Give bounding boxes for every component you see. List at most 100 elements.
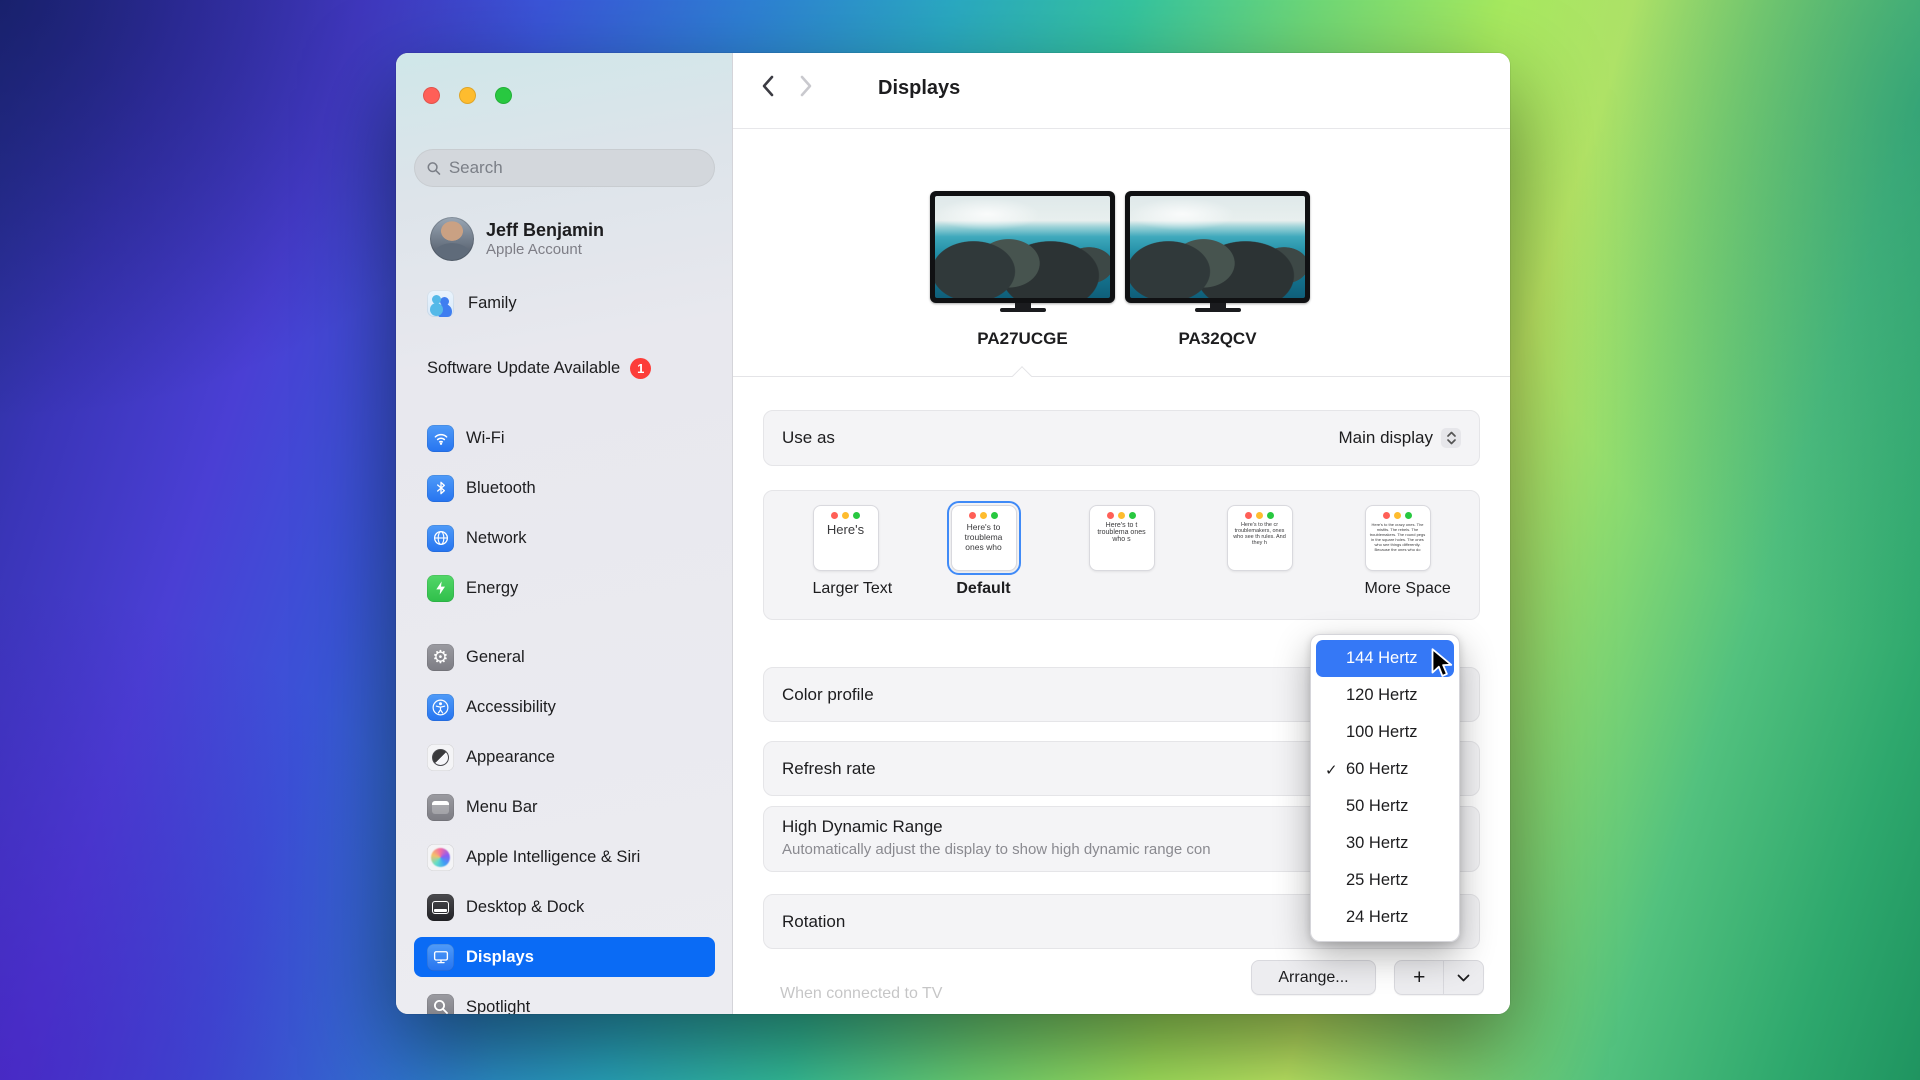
checkmark-icon: ✓ bbox=[1325, 761, 1338, 779]
sidebar-item-family[interactable]: Family bbox=[414, 286, 715, 320]
software-update-row[interactable]: Software Update Available 1 bbox=[414, 353, 715, 383]
menu-item-60-hertz[interactable]: ✓ 60 Hertz bbox=[1316, 751, 1454, 788]
software-update-label: Software Update Available bbox=[427, 359, 620, 378]
sidebar-item-label: Accessibility bbox=[466, 698, 556, 717]
forward-button[interactable] bbox=[800, 75, 813, 97]
scaling-option-label: More Space bbox=[1365, 580, 1431, 598]
bolt-icon bbox=[427, 575, 454, 602]
titlebar: Displays bbox=[733, 53, 1510, 129]
zoom-button[interactable] bbox=[495, 87, 512, 104]
monitor-bezel bbox=[930, 191, 1115, 303]
scaling-option-label: Default bbox=[951, 580, 1017, 598]
menu-item-100-hertz[interactable]: 100 Hertz bbox=[1316, 714, 1454, 751]
close-button[interactable] bbox=[423, 87, 440, 104]
monitor-name: PA27UCGE bbox=[930, 329, 1115, 349]
scaling-preview-text: Here's bbox=[814, 519, 878, 537]
scaling-preview-text: Here's to t troublema ones who s bbox=[1090, 519, 1154, 543]
sidebar-item-desktop-dock[interactable]: Desktop & Dock bbox=[414, 887, 715, 927]
avatar bbox=[430, 217, 474, 261]
minimize-button[interactable] bbox=[459, 87, 476, 104]
sidebar-item-label: Energy bbox=[466, 579, 518, 598]
sidebar-item-wifi[interactable]: Wi-Fi bbox=[414, 418, 715, 458]
menu-item-50-hertz[interactable]: 50 Hertz bbox=[1316, 788, 1454, 825]
menu-item-25-hertz[interactable]: 25 Hertz bbox=[1316, 862, 1454, 899]
rotation-label: Rotation bbox=[782, 912, 845, 932]
sidebar-item-label: Apple Intelligence & Siri bbox=[466, 848, 640, 867]
chevron-up-down-icon bbox=[1441, 428, 1461, 448]
scaling-options-row: Here's Larger Text Here's to troublema o… bbox=[763, 490, 1480, 620]
add-display-split-button: + bbox=[1394, 960, 1484, 995]
sidebar-group-system: ⚙ General Accessibility Appearance Menu … bbox=[414, 637, 715, 1014]
spotlight-icon bbox=[427, 994, 454, 1015]
search-input[interactable] bbox=[449, 158, 702, 178]
arrange-button[interactable]: Arrange... bbox=[1251, 960, 1376, 995]
scaling-option-more-space[interactable]: Here's to the crazy ones. The misfits. T… bbox=[1365, 505, 1431, 619]
scaling-option-4[interactable]: Here's to the cr troublemakers, ones who… bbox=[1227, 505, 1293, 619]
sidebar-item-spotlight[interactable]: Spotlight bbox=[414, 987, 715, 1014]
sidebar-item-apple-intelligence-siri[interactable]: Apple Intelligence & Siri bbox=[414, 837, 715, 877]
sidebar-item-menu-bar[interactable]: Menu Bar bbox=[414, 787, 715, 827]
software-update-badge: 1 bbox=[630, 358, 651, 379]
monitor-wallpaper bbox=[1130, 196, 1305, 298]
sidebar-item-accessibility[interactable]: Accessibility bbox=[414, 687, 715, 727]
scaling-option-default[interactable]: Here's to troublema ones who Default bbox=[951, 505, 1017, 619]
sidebar-item-network[interactable]: Network bbox=[414, 518, 715, 558]
sidebar-item-general[interactable]: ⚙ General bbox=[414, 637, 715, 677]
search-icon bbox=[427, 161, 441, 176]
profile-name: Jeff Benjamin bbox=[486, 220, 604, 242]
monitor-stand-base bbox=[1000, 308, 1046, 312]
display-icon bbox=[427, 944, 454, 971]
selected-display-notch bbox=[1012, 366, 1032, 386]
use-as-popup[interactable]: Main display bbox=[1339, 428, 1462, 448]
add-display-button[interactable]: + bbox=[1395, 961, 1444, 994]
menu-item-120-hertz[interactable]: 120 Hertz bbox=[1316, 677, 1454, 714]
traffic-lights bbox=[423, 87, 512, 104]
sidebar-item-energy[interactable]: Energy bbox=[414, 568, 715, 608]
scaling-option-label: Larger Text bbox=[813, 580, 879, 598]
when-connected-to-tv-label: When connected to TV bbox=[780, 985, 942, 1003]
sidebar-item-appearance[interactable]: Appearance bbox=[414, 737, 715, 777]
desktop-dock-icon bbox=[427, 894, 454, 921]
mouse-cursor bbox=[1430, 648, 1456, 678]
accessibility-icon bbox=[427, 694, 454, 721]
color-profile-label: Color profile bbox=[782, 685, 874, 705]
monitor-name: PA32QCV bbox=[1125, 329, 1310, 349]
scaling-preview-text: Here's to the cr troublemakers, ones who… bbox=[1228, 519, 1292, 546]
sidebar: Jeff Benjamin Apple Account Family Softw… bbox=[396, 53, 733, 1014]
main-pane: Displays PA27UCGE PA32QCV Use as bbox=[733, 53, 1510, 1014]
globe-icon bbox=[427, 525, 454, 552]
menu-item-30-hertz[interactable]: 30 Hertz bbox=[1316, 825, 1454, 862]
system-settings-window: Jeff Benjamin Apple Account Family Softw… bbox=[396, 53, 1510, 1014]
siri-icon bbox=[427, 844, 454, 871]
back-button[interactable] bbox=[761, 75, 774, 97]
sidebar-group-connectivity: Wi-Fi Bluetooth Network Energy bbox=[414, 418, 715, 618]
search-field[interactable] bbox=[414, 149, 715, 187]
monitor-pa32qcv[interactable] bbox=[1125, 191, 1310, 312]
monitor-bezel bbox=[1125, 191, 1310, 303]
apple-account-row[interactable]: Jeff Benjamin Apple Account bbox=[414, 215, 715, 263]
sidebar-item-displays[interactable]: Displays bbox=[414, 937, 715, 977]
sidebar-item-label: Network bbox=[466, 529, 527, 548]
appearance-icon bbox=[427, 744, 454, 771]
sidebar-item-label: Desktop & Dock bbox=[466, 898, 584, 917]
use-as-label: Use as bbox=[782, 428, 835, 448]
monitor-pa27ucge[interactable] bbox=[930, 191, 1115, 312]
refresh-rate-label: Refresh rate bbox=[782, 759, 876, 779]
sidebar-item-label: Spotlight bbox=[466, 998, 530, 1015]
plus-icon: + bbox=[1413, 966, 1425, 990]
scaling-option-larger-text[interactable]: Here's Larger Text bbox=[813, 505, 879, 619]
add-display-menu-button[interactable] bbox=[1444, 961, 1483, 994]
monitor-wallpaper bbox=[935, 196, 1110, 298]
family-label: Family bbox=[468, 294, 517, 313]
sidebar-item-label: Displays bbox=[466, 948, 534, 967]
chevron-down-icon bbox=[1457, 974, 1470, 982]
sidebar-item-bluetooth[interactable]: Bluetooth bbox=[414, 468, 715, 508]
sidebar-item-label: Appearance bbox=[466, 748, 555, 767]
use-as-row: Use as Main display bbox=[763, 410, 1480, 466]
menu-bar-icon bbox=[427, 794, 454, 821]
scaling-option-3[interactable]: Here's to t troublema ones who s bbox=[1089, 505, 1155, 619]
menu-item-24-hertz[interactable]: 24 Hertz bbox=[1316, 899, 1454, 936]
bluetooth-icon bbox=[427, 475, 454, 502]
page-title: Displays bbox=[878, 77, 960, 100]
displays-content: PA27UCGE PA32QCV Use as Main display bbox=[733, 129, 1510, 1014]
